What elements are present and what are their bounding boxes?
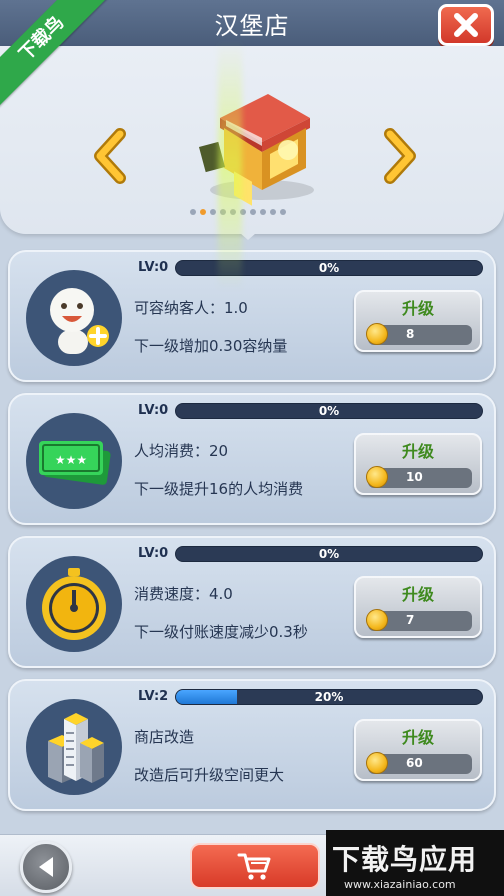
next-shop-arrow-icon[interactable] [384,128,418,184]
cost-value: 8 [406,327,415,341]
progress-text: 20% [314,690,344,704]
coin-icon [366,466,388,488]
coin-icon [366,752,388,774]
upgrade-button[interactable]: 升级 7 [354,576,482,638]
page-dot [190,209,196,215]
ribbon-text: 下载鸟 [0,0,110,108]
customer-face-plus-icon [26,270,122,366]
close-button[interactable] [438,4,494,46]
level-label: LV:0 [138,403,169,418]
stat-next-level: 改造后可升级空间更大 [134,766,285,784]
upgrade-card-spending: ★★★ LV:0 0% 人均消费：20 下一级提升16的人均消费 升级 10 [8,393,496,525]
page-dot [210,209,216,215]
coin-icon [366,323,388,345]
cost-value: 10 [406,470,423,484]
page-dot [240,209,246,215]
corner-ribbon: 下载鸟 [0,0,110,110]
coin-icon [366,609,388,631]
upgrade-card-capacity: LV:0 0% 可容纳客人：1.0 下一级增加0.30容纳量 升级 8 [8,250,496,382]
level-progress-bar: 20% [175,689,483,705]
level-progress-bar: 0% [175,403,483,419]
close-icon [454,13,478,37]
svg-text:★★★: ★★★ [55,453,87,467]
level-progress-bar: 0% [175,260,483,276]
upgrade-label: 升级 [401,299,434,318]
page-dot [260,209,266,215]
upgrade-button[interactable]: 升级 10 [354,433,482,495]
back-button[interactable] [20,841,72,893]
cost-pill: 60 [366,752,472,774]
page-indicator [190,209,286,215]
stopwatch-icon [26,556,122,652]
page-dot [230,209,236,215]
level-label: LV:2 [138,689,169,704]
cost-value: 7 [406,613,415,627]
progress-text: 0% [318,547,340,561]
level-label: LV:0 [138,546,169,561]
shop-cart-button[interactable] [190,843,320,889]
cost-value: 60 [406,756,423,770]
page-dot [220,209,226,215]
cost-pill: 10 [366,466,472,488]
prev-shop-arrow-icon[interactable] [92,128,126,184]
page-dot [250,209,256,215]
page-dot [270,209,276,215]
page-dot-active [200,209,206,215]
watermark-main: 下载鸟应用 [332,843,478,876]
stat-next-level: 下一级付账速度减少0.3秒 [134,623,308,641]
level-label: LV:0 [138,260,169,275]
stat-current: 消费速度：4.0 [134,585,233,603]
level-progress-bar: 0% [175,546,483,562]
stat-next-level: 下一级增加0.30容纳量 [134,337,288,355]
showcase-pointer [232,226,264,240]
stat-current: 人均消费：20 [134,442,229,460]
buildings-icon [26,699,122,795]
upgrade-button[interactable]: 升级 8 [354,290,482,352]
upgrade-button[interactable]: 升级 60 [354,719,482,781]
upgrade-card-speed: LV:0 0% 消费速度：4.0 下一级付账速度减少0.3秒 升级 7 [8,536,496,668]
stat-current: 可容纳客人：1.0 [134,299,248,317]
cart-icon [237,853,271,880]
upgrade-label: 升级 [401,728,434,747]
upgrade-label: 升级 [401,442,434,461]
watermark-url: www.xiazainiao.com [344,878,456,891]
cost-pill: 7 [366,609,472,631]
upgrade-label: 升级 [401,585,434,604]
stat-current: 商店改造 [134,728,195,746]
triangle-left-icon [39,857,53,877]
burger-shop-building-icon [198,94,314,206]
watermark-logo: 下载鸟应用 www.xiazainiao.com [326,830,504,896]
cost-pill: 8 [366,323,472,345]
stat-next-level: 下一级提升16的人均消费 [134,480,304,498]
upgrade-card-renovation: LV:2 20% 商店改造 改造后可升级空间更大 升级 60 [8,679,496,811]
ticket-icon: ★★★ [26,413,122,509]
progress-text: 0% [318,404,340,418]
progress-text: 0% [318,261,340,275]
page-dot [280,209,286,215]
